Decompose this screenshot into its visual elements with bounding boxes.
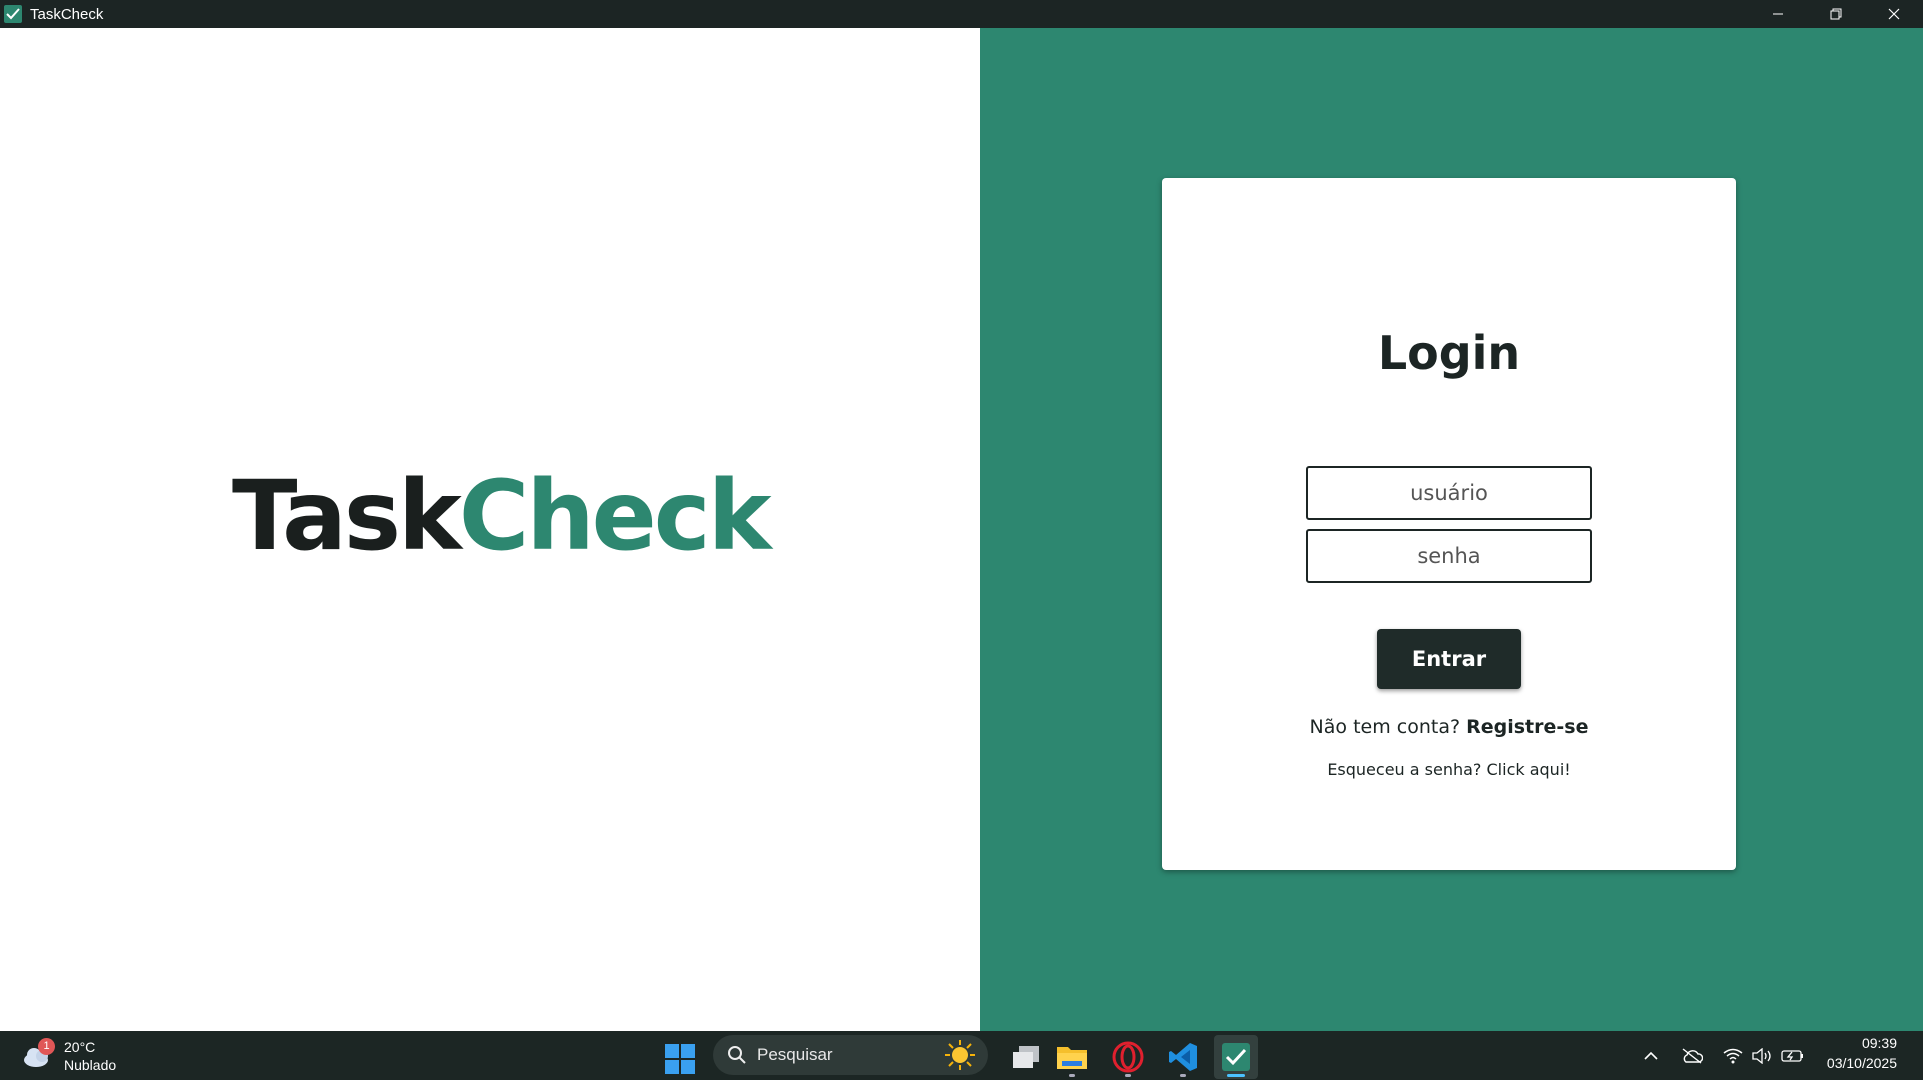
title-bar: TaskCheck	[0, 0, 1923, 28]
volume-tray-icon[interactable]	[1751, 1044, 1775, 1068]
wifi-tray-icon[interactable]	[1721, 1044, 1745, 1068]
login-button[interactable]: Entrar	[1377, 629, 1521, 689]
cloud-off-icon	[1682, 1047, 1703, 1064]
minimize-icon	[1773, 13, 1783, 15]
weather-badge: 1	[38, 1037, 55, 1055]
clock-date: 03/10/2025	[1826, 1055, 1897, 1071]
taskcheck-icon	[1222, 1043, 1250, 1071]
sun-icon	[945, 1040, 975, 1070]
close-icon	[1888, 8, 1900, 20]
tray-overflow-button[interactable]	[1639, 1044, 1663, 1068]
restore-icon	[1830, 8, 1842, 20]
system-tray	[1636, 1031, 1808, 1080]
running-indicator	[1180, 1074, 1186, 1077]
onedrive-tray-icon[interactable]	[1680, 1044, 1704, 1068]
folder-icon	[1057, 1047, 1087, 1069]
taskbar-app-vscode[interactable]	[1161, 1035, 1205, 1079]
username-input[interactable]	[1306, 466, 1592, 520]
volume-icon	[1752, 1047, 1771, 1064]
task-view-icon	[1013, 1046, 1039, 1068]
search-placeholder: Pesquisar	[757, 1045, 833, 1064]
taskbar-app-task-view[interactable]	[1004, 1035, 1048, 1079]
taskbar-app-file-explorer[interactable]	[1050, 1035, 1094, 1079]
taskbar-search[interactable]: Pesquisar	[713, 1035, 988, 1075]
search-icon	[728, 1046, 746, 1064]
login-title: Login	[1377, 326, 1521, 380]
register-link[interactable]: Registre-se	[1466, 716, 1588, 738]
vscode-icon	[1169, 1043, 1197, 1071]
password-input[interactable]	[1306, 529, 1592, 583]
weather-temperature: 20°C	[64, 1038, 96, 1055]
taskcheck-app-icon	[4, 5, 22, 23]
restore-button[interactable]	[1807, 0, 1865, 28]
no-account-text: Não tem conta?	[1309, 716, 1461, 738]
battery-icon	[1781, 1049, 1803, 1062]
running-indicator	[1227, 1074, 1245, 1077]
forgot-password-link[interactable]: Esqueceu a senha? Click aqui!	[1162, 760, 1736, 779]
brand-check-text: Check	[458, 460, 772, 572]
close-button[interactable]	[1865, 0, 1923, 28]
running-indicator	[1069, 1074, 1075, 1077]
weather-text: 20°C Nublado	[64, 1038, 116, 1074]
taskbar-app-taskcheck[interactable]	[1214, 1035, 1258, 1079]
battery-tray-icon[interactable]	[1781, 1044, 1805, 1068]
taskbar-app-opera[interactable]	[1106, 1035, 1150, 1079]
brand-pane: TaskCheck	[0, 28, 980, 1031]
weather-widget[interactable]: 1 20°C Nublado	[22, 1035, 116, 1076]
taskbar-clock[interactable]: 09:39 03/10/2025	[1827, 1033, 1897, 1073]
cloud-icon: 1	[22, 1037, 56, 1070]
chevron-up-icon	[1644, 1051, 1658, 1060]
screen: TaskCheck TaskCheck Login Entrar Não te	[0, 0, 1923, 1080]
register-line: Não tem conta? Registre-se	[1162, 716, 1736, 738]
window-title: TaskCheck	[30, 5, 104, 23]
weather-condition: Nublado	[64, 1056, 117, 1073]
wifi-icon	[1723, 1048, 1743, 1063]
opera-icon	[1112, 1041, 1144, 1073]
login-card: Login Entrar Não tem conta? Registre-se …	[1162, 178, 1736, 870]
minimize-button[interactable]	[1749, 0, 1807, 28]
windows-icon	[665, 1044, 695, 1074]
login-pane: Login Entrar Não tem conta? Registre-se …	[980, 28, 1923, 1031]
start-button[interactable]	[664, 1043, 696, 1075]
window-controls	[1749, 0, 1923, 28]
clock-time: 09:39	[1861, 1035, 1897, 1051]
brand-task-text: Task	[232, 460, 462, 572]
running-indicator	[1125, 1074, 1131, 1077]
brand-logo: TaskCheck	[232, 468, 772, 564]
